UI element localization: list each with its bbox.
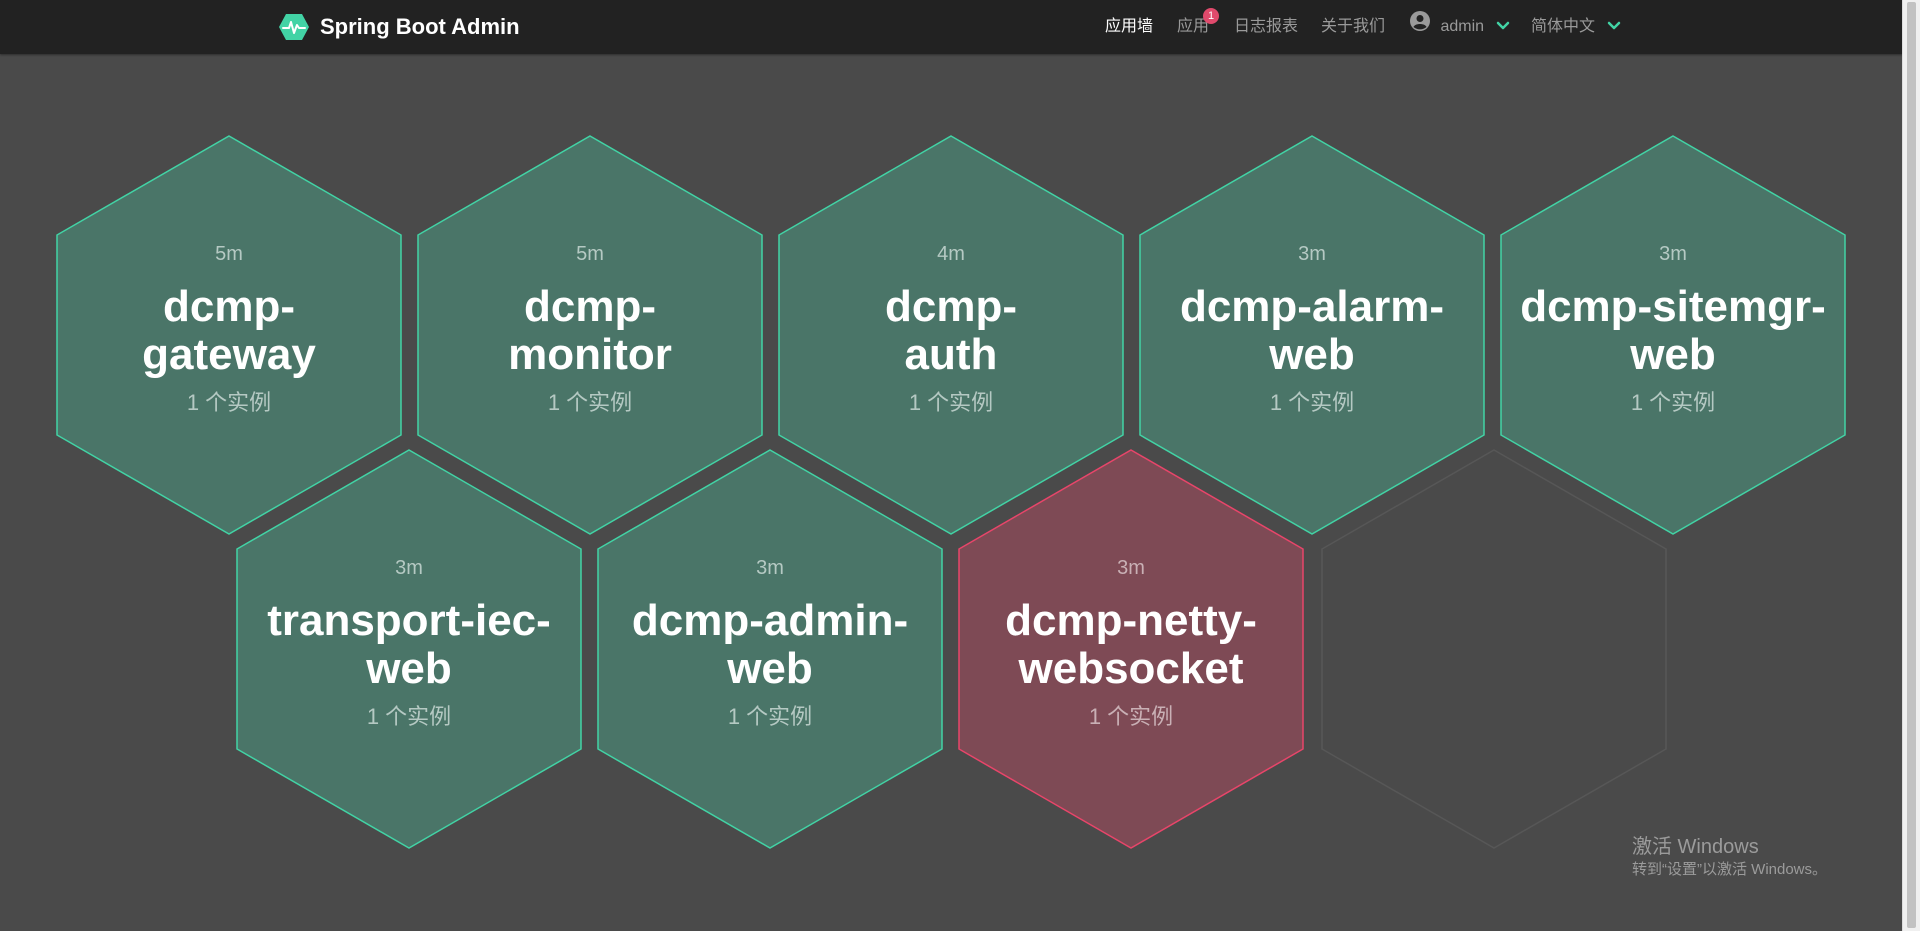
application-name-line1: dcmp-	[885, 282, 1017, 331]
application-name-line1: dcmp-	[163, 282, 295, 331]
watermark-title: 激活 Windows	[1632, 836, 1759, 858]
application-name-line1: transport-iec-	[267, 596, 551, 645]
application-name-line2: websocket	[1018, 644, 1244, 693]
application-uptime: 3m	[756, 557, 784, 579]
application-name: transport-iec-web	[246, 597, 572, 693]
application-name-line2: monitor	[508, 330, 672, 379]
application-uptime: 3m	[395, 557, 423, 579]
application-name-line2: web	[366, 644, 452, 693]
application-name-line2: auth	[904, 330, 998, 379]
application-uptime: 5m	[576, 243, 604, 265]
application-hex-tile[interactable]: 3m transport-iec-web 1 个实例	[236, 449, 582, 849]
application-instance-count: 1 个实例	[727, 704, 813, 729]
application-name-line1: dcmp-admin-	[631, 596, 909, 645]
scrollbar-thumb[interactable]	[1907, 2, 1916, 928]
brand-link[interactable]: Spring Boot Admin	[278, 11, 520, 43]
application-name: dcmp-netty-websocket	[968, 597, 1294, 693]
application-uptime: 3m	[1659, 243, 1687, 265]
application-name: dcmp-admin-web	[607, 597, 933, 693]
application-name: dcmp-monitor	[427, 283, 753, 379]
application-hex-tile[interactable]: 3m dcmp-admin-web 1 个实例	[597, 449, 943, 849]
user-avatar-icon	[1410, 0, 1430, 54]
application-name-line2: gateway	[142, 330, 316, 379]
application-instance-count: 1 个实例	[1088, 704, 1174, 729]
brand-title: Spring Boot Admin	[320, 14, 520, 39]
application-name-line1: dcmp-netty-	[1005, 596, 1257, 645]
applications-count-badge: 1	[1203, 8, 1220, 24]
application-instance-count: 1 个实例	[547, 390, 633, 415]
nav-journal[interactable]: 日志报表	[1234, 0, 1298, 54]
application-name: dcmp-gateway	[66, 283, 392, 379]
nav-wallboard[interactable]: 应用墙	[1105, 0, 1153, 54]
application-name: dcmp-sitemgr-web	[1510, 283, 1836, 379]
application-name-line2: web	[727, 644, 813, 693]
application-instance-count: 1 个实例	[1269, 390, 1355, 415]
windows-activation-watermark: 激活 Windows 转到“设置”以激活 Windows。	[1632, 835, 1827, 881]
empty-hex-slot	[1321, 449, 1667, 849]
application-name-line2: web	[1269, 330, 1355, 379]
application-instance-count: 1 个实例	[186, 390, 272, 415]
language-label: 简体中文	[1531, 18, 1596, 36]
application-name-line2: web	[1630, 330, 1716, 379]
application-instance-count: 1 个实例	[908, 390, 994, 415]
user-name: admin	[1440, 18, 1485, 36]
application-instance-count: 1 个实例	[1630, 390, 1716, 415]
top-navbar: Spring Boot Admin 应用墙 应用 1 日志报表 关于我们 adm…	[0, 0, 1920, 54]
nav-about[interactable]: 关于我们	[1321, 0, 1385, 54]
application-uptime: 3m	[1298, 243, 1326, 265]
application-instance-count: 1 个实例	[366, 704, 452, 729]
user-menu[interactable]: admin	[1410, 0, 1510, 54]
application-name-line1: dcmp-alarm-	[1179, 282, 1445, 331]
application-name: dcmp-alarm-web	[1149, 283, 1475, 379]
nav-applications[interactable]: 应用 1	[1177, 0, 1220, 54]
application-name-line1: dcmp-	[524, 282, 656, 331]
watermark-subtitle: 转到“设置”以激活 Windows。	[1632, 861, 1828, 878]
application-name-line1: dcmp-sitemgr-	[1520, 282, 1826, 331]
application-name: dcmp-auth	[788, 283, 1114, 379]
heartbeat-hexagon-icon	[278, 13, 310, 41]
application-hex-tile[interactable]: 3m dcmp-netty-websocket 1 个实例	[958, 449, 1304, 849]
language-menu[interactable]: 简体中文	[1531, 0, 1621, 54]
chevron-down-icon	[1607, 0, 1621, 54]
chevron-down-icon	[1496, 0, 1510, 54]
vertical-scrollbar[interactable]	[1902, 0, 1920, 931]
application-uptime: 3m	[1117, 557, 1145, 579]
application-uptime: 4m	[937, 243, 965, 265]
application-uptime: 5m	[215, 243, 243, 265]
